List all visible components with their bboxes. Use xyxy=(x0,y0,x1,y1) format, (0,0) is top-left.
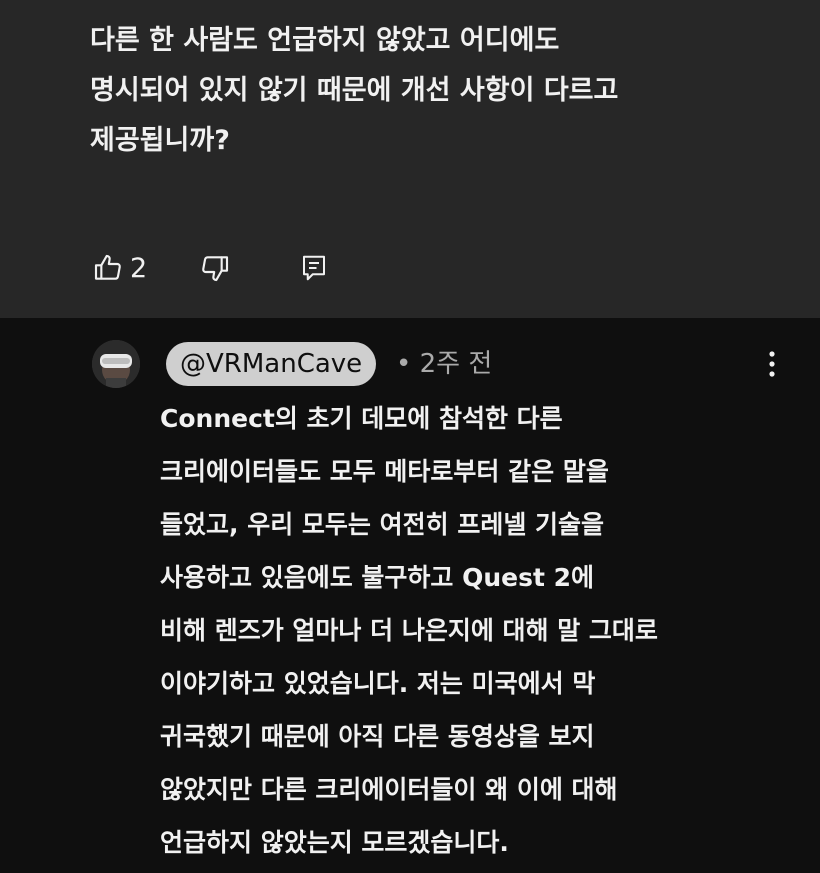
reply-line: 크리에이터들도 모두 메타로부터 같은 말을 xyxy=(160,457,609,486)
thumbs-down-icon xyxy=(202,256,229,282)
channel-handle[interactable]: @VRManCave xyxy=(166,342,377,386)
more-vertical-icon xyxy=(769,351,775,377)
reply-line: 사용하고 있음에도 불구하고 Quest 2에 xyxy=(160,563,595,592)
like-count: 2 xyxy=(130,252,148,284)
thumbs-up-icon xyxy=(94,254,121,280)
dislike-button[interactable] xyxy=(199,252,231,284)
more-button[interactable] xyxy=(760,348,784,380)
reply-line: Connect의 초기 데모에 참석한 다른 xyxy=(160,404,563,433)
comment-line: 다른 한 사람도 언급하지 않았고 어디에도 xyxy=(90,25,560,56)
comment-card: 다른 한 사람도 언급하지 않았고 어디에도 명시되어 있지 않기 때문에 개선… xyxy=(0,0,820,318)
comment-line: 명시되어 있지 않기 때문에 개선 사항이 다르고 xyxy=(90,75,619,106)
reply-line: 비해 렌즈가 얼마나 더 나은지에 대해 말 그대로 xyxy=(160,616,658,645)
comment-text: 다른 한 사람도 언급하지 않았고 어디에도 명시되어 있지 않기 때문에 개선… xyxy=(90,16,740,166)
timestamp: • 2주 전 xyxy=(396,349,493,379)
reply-line: 않았지만 다른 크리에이터들이 왜 이에 대해 xyxy=(160,775,618,804)
avatar[interactable] xyxy=(92,340,140,388)
comment-actions: 2 xyxy=(92,246,329,290)
reply-button[interactable] xyxy=(299,252,329,284)
reply-line: 이야기하고 있었습니다. 저는 미국에서 막 xyxy=(160,669,596,698)
vr-headset-avatar-icon xyxy=(92,340,140,388)
reply-text: Connect의 초기 데모에 참석한 다른 크리에이터들도 모두 메타로부터 … xyxy=(160,392,780,869)
comment-line: 제공됩니까? xyxy=(90,125,230,156)
reply-line: 들었고, 우리 모두는 여전히 프레넬 기술을 xyxy=(160,510,605,539)
reply-line: 언급하지 않았는지 모르겠습니다. xyxy=(160,828,509,857)
reply-line: 귀국했기 때문에 아직 다른 동영상을 보지 xyxy=(160,722,595,751)
like-button[interactable]: 2 xyxy=(92,252,147,284)
reply-comment-icon xyxy=(303,255,326,281)
